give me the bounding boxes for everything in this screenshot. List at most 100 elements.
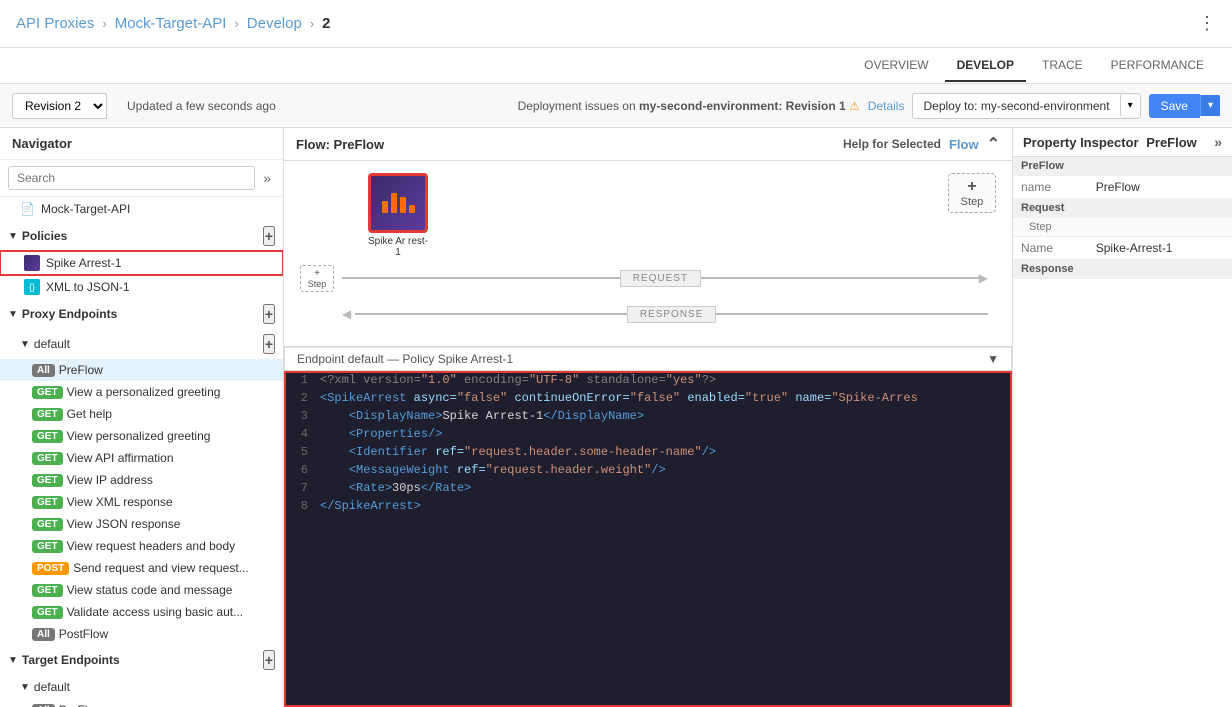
add-default-button[interactable]: + xyxy=(263,334,275,354)
help-text: Help for Selected xyxy=(843,137,941,151)
nav-get-status[interactable]: GET View status code and message xyxy=(0,579,283,601)
line-content-8: </SpikeArrest> xyxy=(316,499,1010,517)
nav-get-help[interactable]: GET Get help xyxy=(0,403,283,425)
nav-get-greeting[interactable]: GET View a personalized greeting xyxy=(0,381,283,403)
nav-label-7: View JSON response xyxy=(67,517,181,531)
line-num-6: 6 xyxy=(286,463,316,481)
nav-get-json[interactable]: GET View JSON response xyxy=(0,513,283,535)
details-link[interactable]: Details xyxy=(868,99,905,113)
line-content-5: <Identifier ref="request.header.some-hea… xyxy=(316,445,1010,463)
add-step-button[interactable]: + Step xyxy=(948,173,996,213)
kebab-menu-icon[interactable]: ⋮ xyxy=(1198,13,1216,33)
nav-section-proxy-endpoints[interactable]: ▼ Proxy Endpoints + xyxy=(0,299,283,329)
request-row: + Step REQUEST ▶ xyxy=(300,262,996,294)
code-line-3: 3 <DisplayName>Spike Arrest-1</DisplayNa… xyxy=(286,409,1010,427)
nav-preflow[interactable]: All PreFlow xyxy=(0,359,283,381)
preflow-section-label: PreFlow xyxy=(1013,157,1232,176)
tab-trace[interactable]: TRACE xyxy=(1030,50,1095,82)
nav-label-9: Send request and view request... xyxy=(73,561,248,575)
nav-label-2: Get help xyxy=(67,407,112,421)
target-preflow-label: PreFlow xyxy=(59,703,103,707)
header-options: ⋮ xyxy=(1198,13,1216,34)
property-inspector-title: Property Inspector PreFlow xyxy=(1023,135,1197,150)
endpoint-bar-caret[interactable]: ▼ xyxy=(987,352,999,366)
policy-bars xyxy=(382,193,415,213)
code-line-5: 5 <Identifier ref="request.header.some-h… xyxy=(286,445,1010,463)
expand-icon[interactable]: ⌃ xyxy=(987,134,1000,154)
deploy-button[interactable]: Deploy to: my-second-environment xyxy=(913,94,1119,118)
nav-get-xml[interactable]: GET View XML response xyxy=(0,491,283,513)
revision-selector[interactable]: Revision 2 xyxy=(12,93,107,119)
nav-post-send[interactable]: POST Send request and view request... xyxy=(0,557,283,579)
nav-section-policies[interactable]: ▼ Policies + xyxy=(0,221,283,251)
response-section-label: Response xyxy=(1013,260,1232,279)
name-label: name xyxy=(1013,176,1088,199)
deployment-prefix: Deployment issues on xyxy=(518,99,639,113)
default-caret: ▼ xyxy=(20,339,30,350)
nav-default-section[interactable]: ▼ default + xyxy=(0,329,283,359)
revision-dropdown[interactable]: Revision 2 xyxy=(12,93,107,119)
breadcrumb-sep1: › xyxy=(102,16,106,31)
line-num-7: 7 xyxy=(286,481,316,499)
deploy-dropdown-arrow[interactable]: ▾ xyxy=(1120,95,1140,116)
target-endpoints-caret: ▼ xyxy=(8,655,18,666)
tab-performance[interactable]: PERFORMANCE xyxy=(1099,50,1216,82)
add-target-endpoint-button[interactable]: + xyxy=(263,650,275,670)
code-line-7: 7 <Rate>30ps</Rate> xyxy=(286,481,1010,499)
collapse-button[interactable]: » xyxy=(259,166,275,190)
step-section-label: Step xyxy=(1013,218,1232,237)
add-policy-button[interactable]: + xyxy=(263,226,275,246)
flow-title: Flow: PreFlow xyxy=(296,137,384,152)
nav-get-ip[interactable]: GET View IP address xyxy=(0,469,283,491)
nav-label-1: View a personalized greeting xyxy=(67,385,221,399)
nav-target-preflow[interactable]: All PreFlow xyxy=(0,699,283,707)
nav-target-default[interactable]: ▼ default xyxy=(0,675,283,699)
nav-policy-spike-arrest[interactable]: Spike Arrest-1 xyxy=(0,251,283,275)
get-badge-3: GET xyxy=(32,430,63,443)
property-inspector-header: Property Inspector PreFlow » xyxy=(1013,128,1232,157)
line-num-3: 3 xyxy=(286,409,316,427)
get-badge-10: GET xyxy=(32,606,63,619)
nav-policy-xml-to-json[interactable]: {} XML to JSON-1 xyxy=(0,275,283,299)
line-content-1: <?xml version="1.0" encoding="UTF-8" sta… xyxy=(316,373,1010,391)
save-button[interactable]: Save xyxy=(1149,94,1200,118)
help-flow-link[interactable]: Flow xyxy=(949,137,979,152)
breadcrumb-develop[interactable]: Develop xyxy=(247,15,302,32)
nav-all-postflow[interactable]: All PostFlow xyxy=(0,623,283,645)
nav-get-headers[interactable]: GET View request headers and body xyxy=(0,535,283,557)
property-inspector-expand[interactable]: » xyxy=(1214,134,1222,150)
line-num-5: 5 xyxy=(286,445,316,463)
response-line-left xyxy=(355,313,627,315)
line-content-3: <DisplayName>Spike Arrest-1</DisplayName… xyxy=(316,409,1010,427)
breadcrumb-sep2: › xyxy=(234,16,238,31)
policy-node-spike-arrest[interactable]: Spike Ar rest-1 xyxy=(366,173,430,258)
policy-node-box xyxy=(368,173,428,233)
code-editor[interactable]: 1 <?xml version="1.0" encoding="UTF-8" s… xyxy=(284,371,1012,707)
navigator-title: Navigator xyxy=(12,136,72,151)
top-header: API Proxies › Mock-Target-API › Develop … xyxy=(0,0,1232,48)
endpoint-bar: Endpoint default — Policy Spike Arrest-1… xyxy=(284,347,1012,371)
nav-section-target-endpoints[interactable]: ▼ Target Endpoints + xyxy=(0,645,283,675)
spike-arrest-icon xyxy=(24,255,40,271)
nav-get-validate[interactable]: GET Validate access using basic aut... xyxy=(0,601,283,623)
nav-get-affirmation[interactable]: GET View API affirmation xyxy=(0,447,283,469)
line-content-2: <SpikeArrest async="false" continueOnErr… xyxy=(316,391,1010,409)
add-left-step-button[interactable]: + Step xyxy=(300,265,334,292)
breadcrumb-api-proxies[interactable]: API Proxies xyxy=(16,15,94,32)
tab-overview[interactable]: OVERVIEW xyxy=(852,50,940,82)
breadcrumb-mock-target[interactable]: Mock-Target-API xyxy=(115,15,227,32)
save-dropdown-arrow[interactable]: ▾ xyxy=(1200,95,1220,116)
nav-item-mock-api[interactable]: 📄 Mock-Target-API xyxy=(0,197,283,221)
all-badge-2: All xyxy=(32,628,55,641)
preflow-section-header: PreFlow xyxy=(1013,157,1232,176)
proxy-endpoints-caret: ▼ xyxy=(8,309,18,320)
xml-to-json-icon: {} xyxy=(24,279,40,295)
step-section-header: Step xyxy=(1013,218,1232,237)
step-label: Step xyxy=(961,196,984,208)
add-proxy-endpoint-button[interactable]: + xyxy=(263,304,275,324)
pi-title: Property Inspector xyxy=(1023,135,1139,150)
nav-get-personalized[interactable]: GET View personalized greeting xyxy=(0,425,283,447)
search-input[interactable] xyxy=(8,166,255,190)
warning-icon: ⚠ xyxy=(849,99,860,113)
tab-develop[interactable]: DEVELOP xyxy=(945,50,1026,82)
